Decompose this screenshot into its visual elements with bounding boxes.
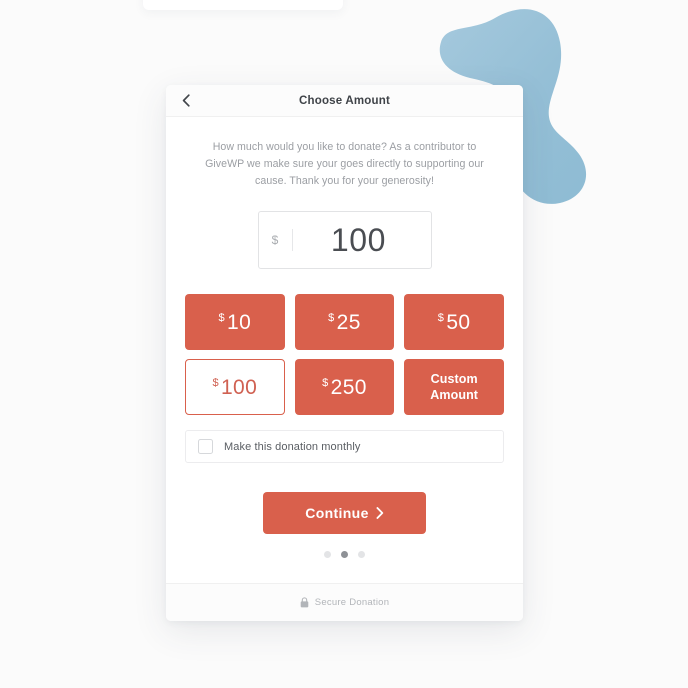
- card-header: Choose Amount: [166, 85, 523, 117]
- amount-option-value: 100: [220, 375, 258, 399]
- amount-option-250[interactable]: $250: [294, 359, 395, 416]
- back-button[interactable]: [175, 90, 197, 112]
- currency-symbol: $: [328, 311, 335, 324]
- amount-option-value: 50: [446, 310, 471, 334]
- amount-options-grid: $10 $25 $50 $100 $ 250 Custom Amount: [185, 294, 504, 416]
- pagination-dots: [324, 551, 365, 559]
- donation-form-card: Choose Amount How much would you like to…: [166, 85, 523, 621]
- pagination-dot-1[interactable]: [324, 551, 331, 559]
- recurring-donation-row[interactable]: Make this donation monthly: [185, 430, 504, 464]
- custom-label-line2: Amount: [430, 388, 479, 403]
- amount-option-100[interactable]: $100: [185, 359, 285, 416]
- amount-option-value: 25: [336, 310, 361, 334]
- amount-option-10[interactable]: $10: [185, 294, 285, 351]
- amount-option-25[interactable]: $25: [294, 294, 395, 351]
- currency-symbol: $: [271, 233, 279, 248]
- card-body: How much would you like to donate? As a …: [166, 117, 523, 583]
- secure-donation-label: Secure Donation: [314, 597, 390, 608]
- custom-label-line1: Custom: [430, 371, 478, 386]
- background-card-fragment: [143, 0, 343, 10]
- amount-option-value: 10: [227, 310, 252, 334]
- currency-symbol: $: [212, 376, 219, 389]
- amount-input[interactable]: $ 100: [257, 211, 432, 270]
- currency-symbol: $: [437, 311, 445, 324]
- recurring-donation-label: Make this donation monthly: [224, 440, 361, 453]
- amount-option-50[interactable]: $50: [404, 294, 504, 351]
- continue-button-label: Continue: [305, 505, 369, 522]
- chevron-right-icon: [376, 507, 383, 520]
- currency-symbol: $: [218, 311, 225, 324]
- currency-symbol: $: [322, 376, 329, 389]
- checkbox-unchecked-icon[interactable]: [198, 439, 213, 455]
- continue-button[interactable]: Continue: [263, 492, 426, 535]
- pagination-dot-2[interactable]: [341, 551, 348, 559]
- donation-description: How much would you like to donate? As a …: [205, 141, 484, 188]
- chevron-left-icon: [182, 94, 190, 107]
- lock-icon: [300, 597, 309, 608]
- amount-option-custom[interactable]: Custom Amount: [404, 359, 504, 416]
- card-footer: Secure Donation: [166, 583, 523, 621]
- amount-input-value: 100: [330, 221, 387, 258]
- amount-option-value: 250: [330, 375, 367, 399]
- pagination-dot-3[interactable]: [358, 551, 365, 559]
- page-title: Choose Amount: [299, 94, 390, 107]
- page-canvas: Choose Amount How much would you like to…: [0, 0, 688, 688]
